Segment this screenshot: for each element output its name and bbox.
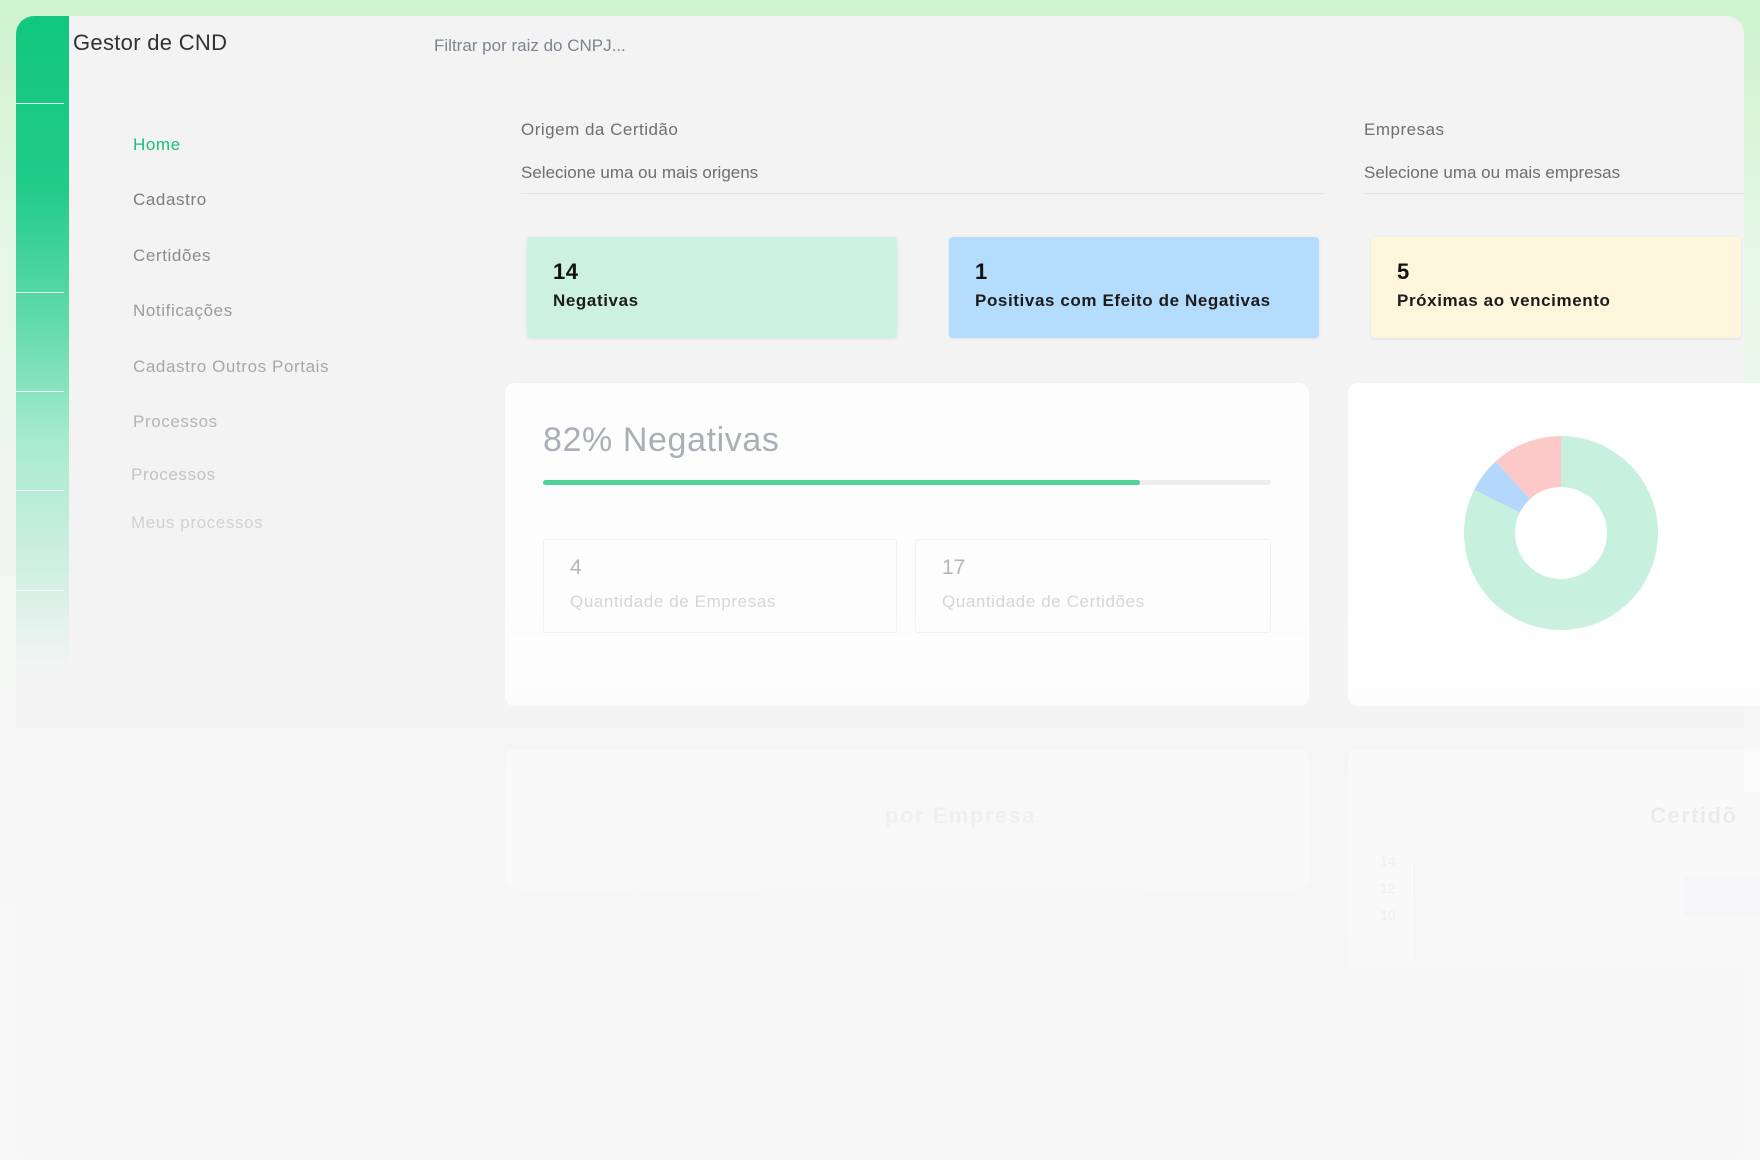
vencimento-label: Próximas ao vencimento <box>1397 291 1611 310</box>
negativas-percentage-title: 82% Negativas <box>543 421 780 459</box>
certificates-chart-panel: Certidõ 14 12 10 <box>1348 749 1760 969</box>
vencimento-count: 5 <box>1397 259 1410 284</box>
y-tick-label: 12 <box>1380 880 1396 896</box>
per-company-chart-panel: por Empresa <box>505 749 1309 889</box>
sidebar-item-notificacoes[interactable]: Notificações <box>133 301 233 321</box>
certificates-donut-chart <box>1464 436 1658 630</box>
y-tick-label: 10 <box>1380 907 1396 923</box>
app-title: Gestor de CND <box>73 30 228 55</box>
certificates-count: 17 <box>942 556 966 579</box>
cnpj-search-input[interactable] <box>434 30 1034 62</box>
sidebar-item-certidoes[interactable]: Certidões <box>133 246 211 266</box>
negativas-progress-fill <box>543 480 1140 485</box>
companies-filter-label: Empresas <box>1364 120 1445 139</box>
y-tick-label: 14 <box>1380 853 1396 869</box>
per-company-chart-title: por Empresa <box>885 803 1036 828</box>
rail-divider <box>16 391 64 392</box>
rail-divider <box>16 590 64 591</box>
donut-panel <box>1348 383 1760 706</box>
rail-divider <box>16 103 64 104</box>
origin-filter-select[interactable]: Selecione uma ou mais origens <box>521 163 1325 194</box>
negativas-label: Negativas <box>553 291 639 310</box>
negativas-card[interactable]: 14 Negativas <box>527 237 897 338</box>
sidebar-item-home[interactable]: Home <box>133 135 181 155</box>
negativas-progress-bar <box>543 480 1271 485</box>
companies-count: 4 <box>570 556 582 579</box>
positivas-count: 1 <box>975 259 988 284</box>
side-rail <box>16 16 69 676</box>
companies-count-label: Quantidade de Empresas <box>570 592 776 611</box>
sidebar-item-outros-portais[interactable]: Cadastro Outros Portais <box>133 357 329 377</box>
companies-count-box: 4 Quantidade de Empresas <box>543 539 897 633</box>
summary-panel: 82% Negativas 4 Quantidade de Empresas 1… <box>505 383 1309 706</box>
origin-filter-label: Origem da Certidão <box>521 120 679 139</box>
positivas-card[interactable]: 1 Positivas com Efeito de Negativas <box>949 237 1319 338</box>
sidebar-subitem-processos[interactable]: Processos <box>131 465 216 485</box>
vencimento-card[interactable]: 5 Próximas ao vencimento <box>1371 237 1741 338</box>
negativas-count: 14 <box>553 259 579 284</box>
sidebar-item-processos[interactable]: Processos <box>133 412 218 432</box>
rail-divider <box>16 292 64 293</box>
y-axis-line <box>1414 861 1415 961</box>
sidebar-subitem-meus-processos[interactable]: Meus processos <box>131 513 263 533</box>
companies-filter-select[interactable]: Selecione uma ou mais empresas <box>1364 163 1744 194</box>
positivas-label: Positivas com Efeito de Negativas <box>975 291 1271 310</box>
certificates-count-box: 17 Quantidade de Certidões <box>915 539 1271 633</box>
rail-divider <box>16 490 64 491</box>
certificates-count-label: Quantidade de Certidões <box>942 592 1145 611</box>
certificates-chart-title: Certidõ <box>1650 803 1738 828</box>
sidebar-item-cadastro[interactable]: Cadastro <box>133 190 207 210</box>
bar-segment <box>1684 877 1760 917</box>
